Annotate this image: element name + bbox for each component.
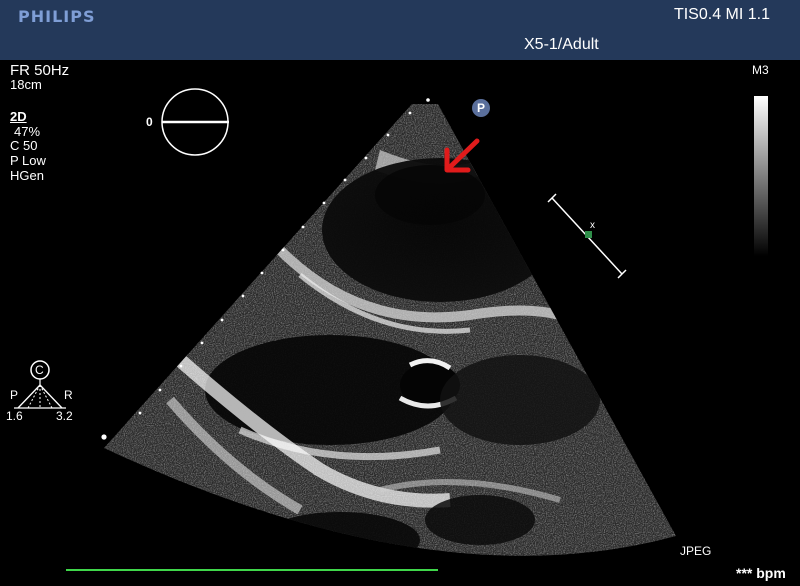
position-icon-letter: C (35, 363, 44, 377)
grayscale-map-label: M3 (752, 63, 769, 77)
frame-rate: FR 50Hz (10, 62, 70, 79)
svg-text:x: x (590, 220, 595, 231)
compression: C 50 (10, 138, 38, 153)
format-label: JPEG (680, 544, 712, 558)
grayscale-bar (754, 96, 768, 256)
power: P Low (10, 153, 46, 168)
orientation-angle: 0 (146, 115, 153, 129)
position-right-label: R (64, 388, 73, 402)
focus-marker: x (547, 193, 627, 279)
position-left-value: 1.6 (6, 409, 23, 423)
mode-2d: 2D (10, 109, 27, 124)
depth: 18cm (10, 77, 42, 92)
ultrasound-screen: PHILIPS TIS0.4 MI 1.1 X5-1/Adult x FR 50… (0, 0, 800, 586)
p-marker-icon: P (472, 99, 490, 117)
position-left-label: P (10, 388, 19, 402)
position-right-value: 3.2 (56, 409, 73, 423)
frequency: HGen (10, 168, 44, 183)
echo-image: x (14, 88, 768, 571)
sector-scan (104, 104, 676, 556)
gain: 47% (14, 124, 41, 139)
orientation-circle (161, 88, 229, 156)
heart-rate: *** bpm (736, 565, 786, 581)
